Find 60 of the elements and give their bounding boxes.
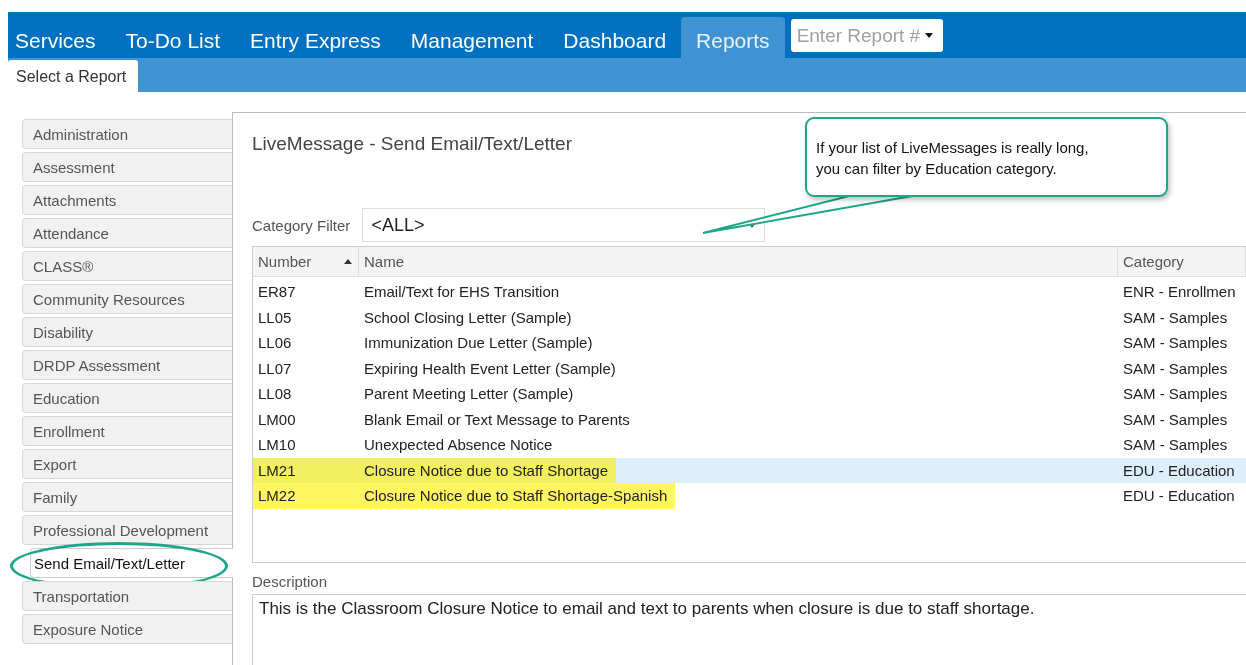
table-cell-text: LM21: [257, 461, 297, 479]
table-cell-text: LM00: [257, 410, 297, 428]
table-cell-text: Expiring Health Event Letter (Sample): [363, 359, 617, 377]
nav-tab[interactable]: Services: [8, 17, 111, 58]
table-cell-text: SAM - Samples: [1122, 308, 1228, 326]
subnav-tab[interactable]: Select a Report: [8, 60, 139, 92]
report-category-item[interactable]: Send Email/Text/Letter: [30, 548, 233, 578]
column-header[interactable]: Name: [359, 247, 1118, 276]
column-header[interactable]: Category: [1118, 247, 1246, 276]
table-cell-text: Parent Meeting Letter (Sample): [363, 385, 575, 403]
report-category-item[interactable]: Exposure Notice: [22, 614, 232, 644]
selected-row[interactable]: LM21 Closure Notice due to Staff Shortage EDU - Education: [253, 457, 1246, 483]
table-cell-text: ER87: [257, 283, 297, 301]
report-category-item[interactable]: Community Resources: [22, 284, 232, 314]
nav-tab[interactable]: Entry Express: [235, 17, 396, 58]
report-category-item[interactable]: DRDP Assessment: [22, 350, 232, 380]
table-cell-text: Closure Notice due to Staff Shortage-Spanish: [363, 487, 669, 505]
report-category-item[interactable]: Professional Development: [22, 515, 232, 545]
description-field[interactable]: This is the Classroom Closure Notice to email and text to parents when closure is due to staff shortage.: [252, 594, 1246, 665]
report-category-item[interactable]: Family: [22, 482, 232, 512]
column-header[interactable]: Number: [253, 247, 359, 276]
report-category-item[interactable]: Assessment: [22, 152, 232, 182]
nav-tab[interactable]: Management: [395, 17, 549, 58]
table-cell-text: SAM - Samples: [1122, 359, 1228, 377]
table-cell-text: LL06: [257, 334, 293, 352]
nav-tab[interactable]: Dashboard: [548, 17, 682, 58]
filter-label: Category Filter: [252, 216, 351, 234]
report-category-item[interactable]: Disability: [22, 317, 232, 347]
report-category-item[interactable]: Attendance: [22, 218, 232, 248]
report-category-item[interactable]: Transportation: [22, 581, 232, 611]
table-cell-text: School Closing Letter (Sample): [363, 308, 573, 326]
report-category-item[interactable]: Attachments: [22, 185, 232, 215]
report-category-item[interactable]: Export: [22, 449, 232, 479]
caret-icon: [924, 33, 933, 38]
category-filter-dropdown[interactable]: <ALL>: [362, 208, 766, 242]
table-cell-text: SAM - Samples: [1122, 334, 1228, 352]
table-cell-text: Email/Text for EHS Transition: [363, 283, 561, 301]
table-cell-text: Blank Email or Text Message to Parents: [363, 410, 631, 428]
table-cell-text: Unexpected Absence Notice: [363, 436, 554, 454]
table-cell-text: Closure Notice due to Staff Shortage: [363, 461, 610, 479]
table-cell-text: SAM - Samples: [1122, 410, 1228, 428]
description-label: Description: [252, 573, 329, 592]
table-cell-text: LL08: [257, 385, 293, 403]
table-cell-text: EDU - Education: [1122, 461, 1235, 479]
table-cell-text: LM22: [257, 487, 297, 505]
table-cell-text: LL05: [257, 308, 293, 326]
table-cell-text: EDU - Education: [1122, 487, 1235, 505]
table-cell-text: ENR - Enrollmen: [1122, 283, 1236, 301]
report-number-field[interactable]: Enter Report #: [790, 19, 943, 52]
nav-tab[interactable]: To-Do List: [110, 17, 236, 58]
report-category-item[interactable]: Administration: [22, 119, 232, 149]
report-title: LiveMessage - Send Email/Text/Letter: [252, 133, 572, 155]
table-cell-text: SAM - Samples: [1122, 436, 1228, 454]
table-cell-text: SAM - Samples: [1122, 385, 1228, 403]
report-category-item[interactable]: Education: [22, 383, 232, 413]
table-cell-text: LM10: [257, 436, 297, 454]
table-cell-text: LL07: [257, 359, 293, 377]
report-category-item[interactable]: CLASS®: [22, 251, 232, 281]
report-category-item[interactable]: Enrollment: [22, 416, 232, 446]
table-cell-text: Immunization Due Letter (Sample): [363, 334, 594, 352]
